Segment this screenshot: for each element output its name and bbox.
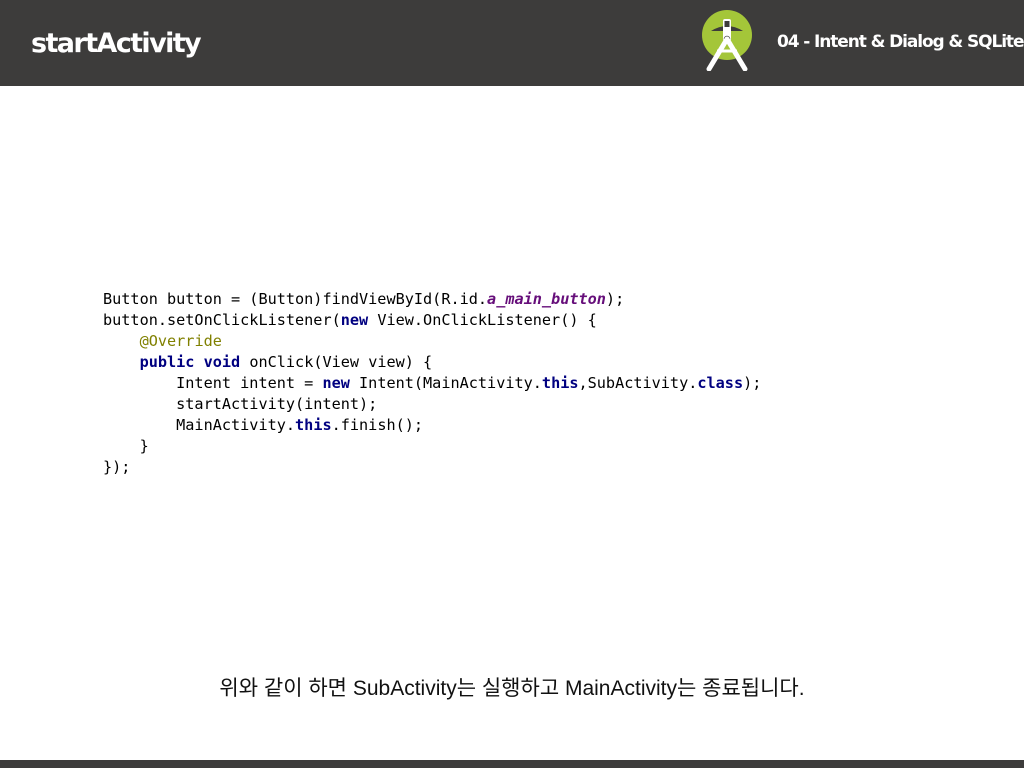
code-block: Button button = (Button)findViewById(R.i…: [103, 289, 761, 478]
code-line-1: Button button = (Button)findViewById(R.i…: [103, 290, 625, 308]
code-line-4: public void onClick(View view) {: [139, 353, 433, 371]
code-line-5: Intent intent = new Intent(MainActivity.…: [103, 374, 762, 392]
bottom-bar: [0, 760, 1024, 768]
slide-header: startActivity 04 - Intent & Dialog & SQL…: [0, 0, 1024, 86]
code-line-8: }: [103, 437, 149, 455]
code-line-9: });: [103, 458, 131, 476]
code-line-3: @Override: [139, 332, 222, 350]
slide-title: startActivity: [31, 28, 202, 59]
slide-caption: 위와 같이 하면 SubActivity는 실행하고 MainActivity는…: [219, 677, 805, 700]
code-line-2: button.setOnClickListener(new View.OnCli…: [103, 311, 597, 329]
chapter-label: 04 - Intent & Dialog & SQLite: [777, 32, 1024, 52]
code-line-7: MainActivity.this.finish();: [103, 416, 424, 434]
code-line-6: startActivity(intent);: [103, 395, 378, 413]
android-studio-icon: [702, 10, 752, 71]
